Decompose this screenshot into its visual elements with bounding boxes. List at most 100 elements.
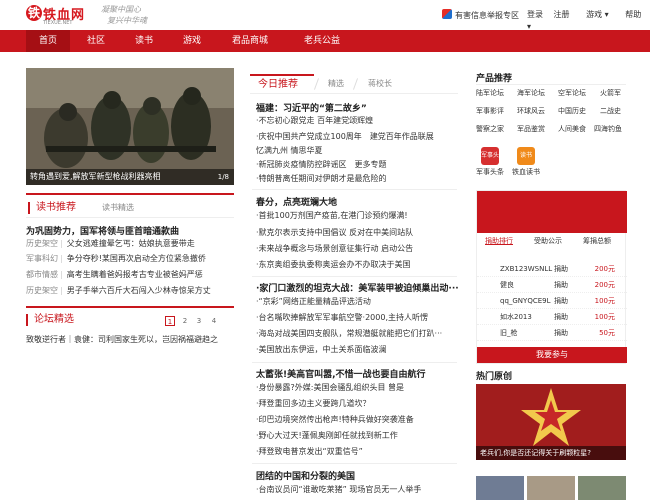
news-item[interactable]: ·美国放出东伊运，中土关系面临波澜 — [256, 343, 461, 357]
reading-headline[interactable]: 为巩固势力，国军将领与匪首暗通款曲 — [26, 224, 179, 237]
join-button[interactable]: 我要参与 — [477, 347, 627, 363]
product-link[interactable]: 海军论坛 — [517, 88, 545, 98]
site-logo[interactable]: 铁 铁血网 TIEXUE.NET — [26, 5, 92, 27]
news-item[interactable]: ·拜登致电普京发出“双重信号” — [256, 445, 461, 459]
news-item[interactable]: ·不忘初心跟党走 百年建党颂辉煌 — [256, 114, 461, 128]
nav-item-community[interactable]: 社区 — [76, 30, 116, 52]
news-item[interactable]: ·特朗普离任期间对伊朗才是最危险的 — [256, 172, 461, 186]
hero-slideshow[interactable]: 转角遇到爱,解放军新型枪战利器亮相 1/8 — [26, 68, 234, 185]
product-link[interactable]: 二战史 — [600, 106, 621, 116]
news-item[interactable]: ·东京奥组委执委称奥运会办不办取决于美国 — [256, 258, 461, 272]
news-item[interactable]: ·海岛对战美国四支舰队，常规潜艇就能把它们打趴··· — [256, 327, 461, 341]
hot-original-card[interactable]: 老兵们,你是否还记得关于刷颗粒星? — [476, 384, 626, 460]
report-link[interactable]: 有害信息举报专区 — [442, 9, 519, 21]
tab-reading-recommend[interactable]: 读书推荐 — [28, 200, 76, 218]
book-row[interactable]: 军事科幻 | 争分夺秒!某国再次启动全方位紧急撤侨 — [26, 252, 234, 266]
product-link[interactable]: 中国历史 — [558, 106, 586, 116]
book-row[interactable]: 历史架空 | 男子手举六百斤大石闯入少林寺惊呆方丈 — [26, 284, 234, 298]
forum-page-4[interactable]: 4 — [209, 316, 219, 326]
product-link[interactable]: 军品鉴赏 — [517, 124, 545, 134]
tab-total[interactable]: 筹捐总额 — [583, 233, 611, 249]
product-link[interactable]: 军事影评 — [476, 106, 504, 116]
product-link[interactable]: 警察之家 — [476, 124, 504, 134]
news-item[interactable]: ·台名嘴吹捧解放军军事航空警·2000,主持人听愣 — [256, 311, 461, 325]
tab-divider — [352, 78, 359, 90]
donation-amount: 100元 — [594, 313, 615, 321]
help-menu[interactable]: 帮助 ▾ — [527, 10, 641, 31]
donor-name: ZXB123WSNLL — [500, 265, 553, 273]
tab-donation-rank[interactable]: 捐助排行 — [485, 233, 513, 249]
ranking-row: 健良 捐助 200元 — [477, 277, 627, 293]
news-item-text: ·野心大过天!蓬佩奥刚卸任就找到新工作 — [256, 431, 398, 440]
donation-banner[interactable] — [477, 191, 627, 233]
news-divider — [252, 276, 457, 277]
nav-item-home[interactable]: 首页 — [26, 30, 70, 52]
news-item[interactable]: 忆满九州 情思华夏 — [256, 144, 461, 158]
thumbnail-image[interactable] — [578, 476, 626, 500]
nav-item-mall[interactable]: 君品商城 — [218, 30, 282, 52]
slogan-line-2: 复兴中华魂 — [107, 16, 147, 25]
book-row[interactable]: 都市情感 | 高考生瞒着爸妈报考古专业被爸妈严惩 — [26, 268, 234, 282]
news-item[interactable]: ·庆祝中国共产党成立100周年 建党百年作品联展 — [256, 130, 461, 144]
forum-post[interactable]: 致敬逆行者｜袁健：司利国家生死以，岂因祸福避趋之 — [26, 334, 234, 346]
tab-today[interactable]: 今日推荐 — [250, 74, 314, 94]
app-label: 铁血读书 — [512, 168, 540, 176]
nav-item-veterans[interactable]: 老兵公益 — [290, 30, 354, 52]
book-title: 父女逃难撞晕乞丐：姑娘执意要带走 — [66, 239, 195, 248]
tab-recipients[interactable]: 受助公示 — [534, 233, 562, 249]
hero-counter: 1/8 — [217, 173, 229, 181]
hot-original-title: 热门原创 — [476, 372, 513, 382]
tab-reading-selected[interactable]: 读书精选 — [102, 200, 134, 218]
app-military-news[interactable]: 军事头条 军事头条 — [476, 147, 504, 177]
product-link[interactable]: 四海钓鱼 — [594, 124, 622, 134]
news-item-text: ·拜登致电普京发出“双重信号” — [256, 447, 363, 456]
news-item[interactable]: ·“京彩”网络正能量精品评选活动 — [256, 295, 461, 309]
book-separator: | — [60, 239, 63, 248]
thumbnail-image[interactable] — [476, 476, 524, 500]
news-group-title[interactable]: 春分，点亮斑斓大地 — [256, 195, 337, 208]
news-item[interactable]: ·印巴边境突然传出枪声!特种兵做好突袭准备 — [256, 413, 461, 427]
product-link[interactable]: 空军论坛 — [558, 88, 586, 98]
product-link[interactable]: 火箭军 — [600, 88, 621, 98]
donation-amount: 50元 — [599, 329, 615, 337]
book-title: 高考生瞒着爸妈报考古专业被爸妈严惩 — [66, 270, 203, 279]
news-item[interactable]: ·新冠肺炎疫情防控辟谣区 更多专题 — [256, 158, 461, 172]
news-item[interactable]: ·默克尔表示支持中国倡议 反对在中美间站队 — [256, 226, 461, 240]
news-group-title[interactable]: ·家门口激烈的坦克大战：美军装甲被迫倾巢出动··· — [256, 281, 461, 294]
register-link[interactable]: 注册 — [554, 10, 570, 19]
book-row[interactable]: 历史架空 | 父女逃难撞晕乞丐：姑娘执意要带走 — [26, 237, 234, 251]
news-item-text: ·新冠肺炎疫情防控辟谣区 — [256, 160, 347, 169]
news-item-text: 忆满九州 情思华夏 — [256, 146, 323, 155]
product-link[interactable]: 陆军论坛 — [476, 88, 504, 98]
app-reading[interactable]: 读书 铁血读书 — [512, 147, 540, 177]
tab-forum-selected[interactable]: 论坛精选 — [26, 312, 74, 330]
ranking-tabs: 捐助排行 受助公示 筹捐总额 — [477, 233, 627, 249]
forum-page-1[interactable]: 1 — [165, 316, 175, 326]
thumbnail-image[interactable] — [527, 476, 575, 500]
product-link[interactable]: 环球风云 — [517, 106, 545, 116]
login-link[interactable]: 登录 — [527, 10, 543, 19]
tab-jiang[interactable]: 蒋校长 — [368, 74, 392, 94]
news-group-title[interactable]: 太蓄张!美高官叫嚣,不惜一战也要自由航行 — [256, 367, 426, 380]
news-item[interactable]: ·台南议员问“谁敢吃莱猪” 现场官员无一人举手 — [256, 483, 461, 497]
forum-page-3[interactable]: 3 — [194, 316, 204, 326]
nav-item-games[interactable]: 游戏 — [172, 30, 212, 52]
product-link[interactable]: 人间美食 — [558, 124, 586, 134]
tab-selected[interactable]: 精选 — [328, 74, 344, 94]
news-group-title[interactable]: 福建：习近平的“第二故乡” — [256, 101, 367, 114]
tab-today-label: 今日推荐 — [258, 79, 298, 90]
slogan-line-1: 凝聚中国心 — [101, 5, 141, 14]
forum-page-2[interactable]: 2 — [180, 316, 190, 326]
products-title: 产品推荐 — [476, 74, 513, 84]
news-item[interactable]: ·首批100万剂国产疫苗,在港门诊预约爆满! — [256, 209, 461, 223]
news-item[interactable]: ·野心大过天!蓬佩奥刚卸任就找到新工作 — [256, 429, 461, 443]
donor-name: 如水2013 — [500, 313, 532, 321]
hero-caption[interactable]: 转角遇到爱,解放军新型枪战利器亮相 — [26, 169, 234, 185]
games-menu[interactable]: 游戏 ▾ — [586, 10, 609, 19]
news-item[interactable]: ·身份暴露?外媒:美国会骚乱组织头目 曾是 — [256, 381, 461, 395]
news-group-title[interactable]: 团结的中国和分裂的美国 — [256, 469, 355, 482]
news-item[interactable]: ·拜登重回多边主义要跨几道坎？ — [256, 397, 461, 411]
hero-photo — [26, 68, 234, 185]
news-item[interactable]: ·未来战争概念与场景创意征集行动 启动公告 — [256, 242, 461, 256]
nav-item-reading[interactable]: 读书 — [124, 30, 164, 52]
